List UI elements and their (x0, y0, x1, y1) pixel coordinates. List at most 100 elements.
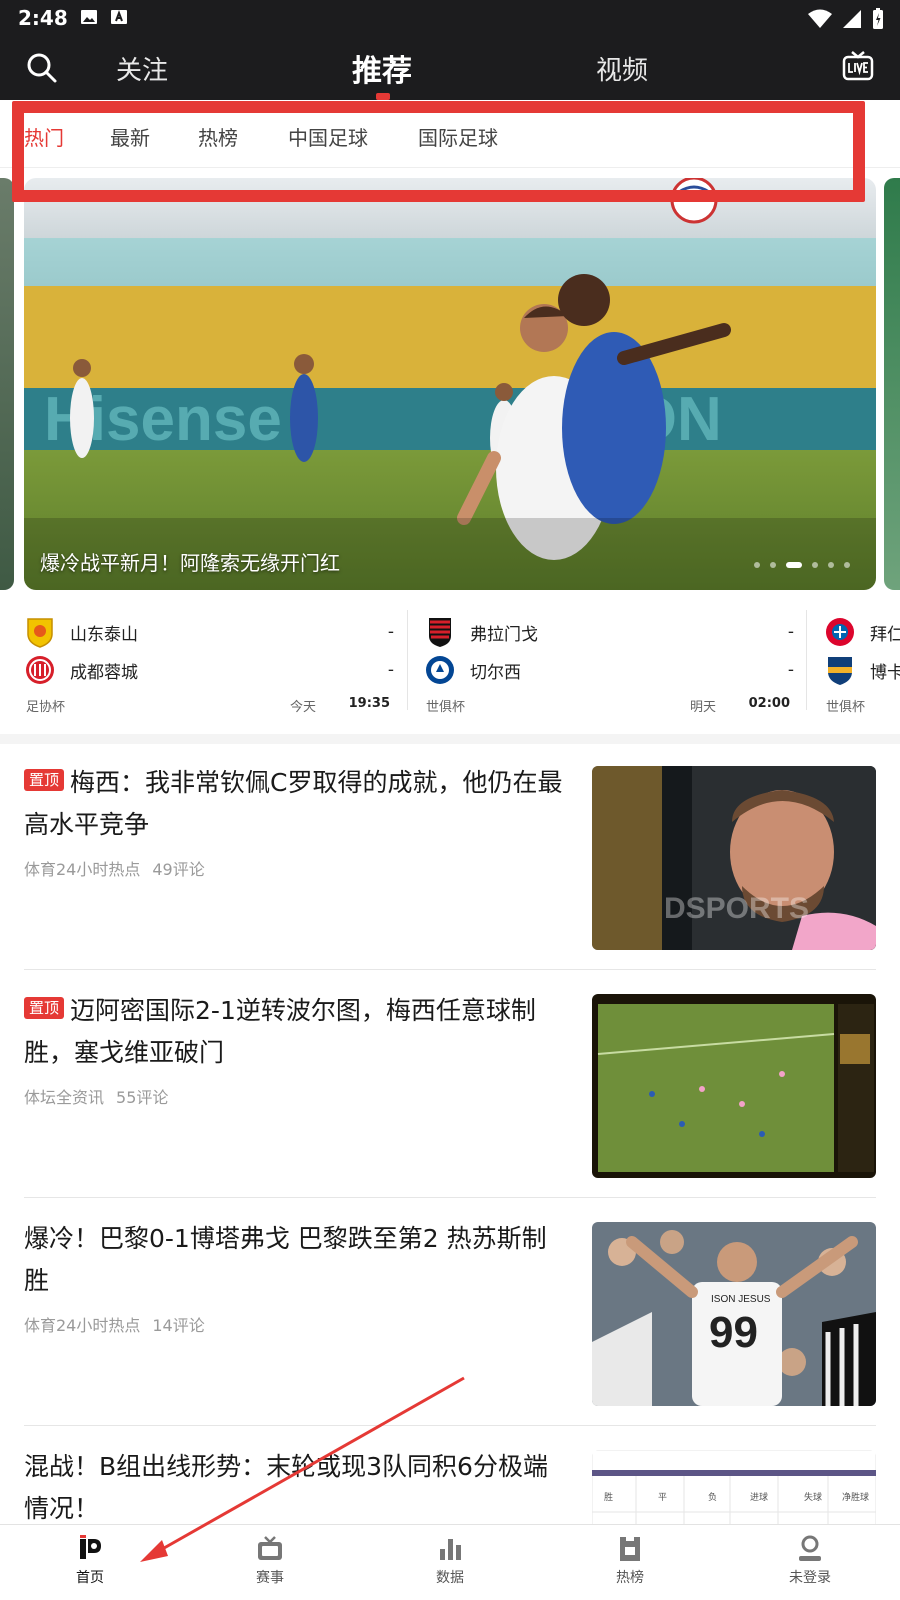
away-team-name: 博卡 (870, 662, 900, 683)
carousel-dot-active[interactable] (786, 562, 802, 568)
chevron-down-icon[interactable]: ⌄ (849, 120, 866, 144)
pinned-badge: 置顶 (24, 769, 65, 791)
subtab-latest[interactable]: 最新 (110, 122, 150, 151)
svg-text:胜: 胜 (604, 1492, 613, 1502)
bottom-nav: 首页 赛事 数据 热榜 未登录 (0, 1524, 900, 1600)
chengdu-rongcheng-crest-icon (26, 656, 54, 684)
match-strip: 山东泰山 - 成都蓉城 - 足协杯 今天 19:35 弗拉门戈 - 切尔西 - … (0, 600, 900, 726)
shandong-taishan-crest-icon (27, 618, 53, 648)
bottom-nav-label: 未登录 (789, 1570, 831, 1586)
carousel-slide[interactable]: Hisense CON 爆冷战平新月！阿隆索无缘开门红 (24, 178, 876, 590)
football-match-photo: Hisense CON (24, 178, 876, 590)
news-item[interactable]: 置顶 梅西：我非常钦佩C罗取得的成就，他仍在最高水平竞争 体育24小时热点 49评论… (24, 744, 876, 970)
tab-recommend[interactable]: 推荐 (352, 46, 412, 90)
search-icon[interactable] (24, 50, 60, 86)
bottom-nav-data[interactable]: 数据 (360, 1525, 540, 1600)
away-team-score: - (387, 660, 394, 680)
section-divider (0, 734, 900, 744)
carousel-dot[interactable] (828, 562, 834, 568)
signal-icon (843, 10, 861, 28)
subtab-intl-football[interactable]: 国际足球 (418, 122, 498, 151)
subtab-hot[interactable]: 热门 (24, 122, 64, 151)
bottom-nav-label: 首页 (76, 1570, 104, 1586)
news-source: 体育24小时热点 (24, 1316, 141, 1335)
home-team-name: 山东泰山 (70, 624, 138, 645)
competition-name: 足协杯 (26, 700, 66, 715)
home-team-score: - (387, 622, 394, 642)
svg-text:负: 负 (708, 1491, 717, 1502)
active-tab-indicator (376, 93, 390, 100)
tab-follow[interactable]: 关注 (116, 50, 168, 87)
chelsea-crest-icon (426, 656, 454, 684)
match-card[interactable]: 弗拉门戈 - 切尔西 - 世俱杯 明天 02:00 (400, 600, 794, 726)
match-broadcast-image (592, 994, 876, 1178)
bottom-nav-label: 热榜 (616, 1570, 644, 1586)
user-icon (799, 1535, 821, 1561)
top-nav: 关注 推荐 视频 (0, 36, 900, 100)
news-comments: 55评论 (116, 1088, 169, 1107)
carousel-dot[interactable] (812, 562, 818, 568)
player-celebration-image: ISON JESUS 99 (592, 1222, 876, 1406)
news-item[interactable]: 置顶 迈阿密国际2-1逆转波尔图，梅西任意球制胜，塞戈维亚破门 体坛全资讯 55评论 (24, 972, 876, 1198)
bottom-nav-home[interactable]: 首页 (0, 1525, 180, 1600)
boca-juniors-crest-icon (828, 657, 852, 685)
messi-interview-image: DSPORTS (592, 766, 876, 950)
news-title: 迈阿密国际2-1逆转波尔图，梅西任意球制胜，塞戈维亚破门 (24, 996, 536, 1067)
bottom-nav-label: 赛事 (256, 1570, 284, 1586)
news-comments: 14评论 (152, 1316, 205, 1335)
bar-chart-icon (440, 1539, 461, 1560)
svg-text:净胜球: 净胜球 (842, 1491, 869, 1502)
pinned-badge: 置顶 (24, 997, 65, 1019)
wifi-icon (808, 9, 832, 28)
bottom-nav-account[interactable]: 未登录 (720, 1525, 900, 1600)
match-card[interactable]: 山东泰山 - 成都蓉城 - 足协杯 今天 19:35 (0, 600, 394, 726)
image-notification-icon (81, 10, 97, 24)
news-title: 爆冷！巴黎0-1博塔弗戈 巴黎跌至第2 热苏斯制胜 (24, 1224, 547, 1295)
subtab-china-football[interactable]: 中国足球 (288, 122, 368, 151)
bottom-nav-ranking[interactable]: 热榜 (540, 1525, 720, 1600)
jersey-number: 99 (709, 1308, 758, 1357)
news-comments: 49评论 (152, 860, 205, 879)
battery-icon (873, 8, 883, 29)
competition-name: 世俱杯 (826, 700, 866, 715)
status-bar: 2:48 (0, 0, 900, 36)
news-title: 梅西：我非常钦佩C罗取得的成就，他仍在最高水平竞争 (24, 768, 563, 839)
news-thumbnail: DSPORTS (592, 766, 876, 950)
live-tv-icon[interactable] (842, 50, 874, 82)
news-item[interactable]: 爆冷！巴黎0-1博塔弗戈 巴黎跌至第2 热苏斯制胜 体育24小时热点 14评论 I… (24, 1200, 876, 1426)
jersey-name: ISON JESUS (711, 1294, 771, 1305)
carousel-dot[interactable] (770, 562, 776, 568)
match-card[interactable]: 拜仁 博卡 世俱杯 (800, 600, 900, 726)
news-thumbnail (592, 994, 876, 1178)
carousel-next-slide[interactable] (884, 178, 900, 590)
news-source: 体育24小时热点 (24, 860, 141, 879)
match-day: 今天 (289, 700, 316, 715)
carousel-dot[interactable] (844, 562, 850, 568)
tab-video[interactable]: 视频 (596, 50, 648, 87)
flamengo-crest-icon (429, 618, 451, 647)
sub-tab-bar: 热门 最新 热榜 中国足球 国际足球 ⌄ (0, 100, 900, 168)
home-team-name: 弗拉门戈 (470, 624, 538, 645)
carousel-prev-slide[interactable] (0, 178, 14, 590)
subtab-ranking[interactable]: 热榜 (198, 122, 238, 151)
away-team-score: - (787, 660, 794, 680)
carousel-pagination (754, 562, 850, 568)
trophy-icon (620, 1537, 640, 1561)
banner-carousel[interactable]: Hisense CON 爆冷战平新月！阿隆索无缘开门红 (0, 178, 900, 590)
tv-icon (258, 1536, 282, 1560)
svg-text:进球: 进球 (750, 1491, 768, 1502)
font-notification-icon (111, 10, 127, 24)
dsports-watermark: DSPORTS (664, 892, 809, 925)
home-logo-icon (80, 1535, 101, 1559)
match-time: 02:00 (748, 696, 790, 711)
status-time: 2:48 (18, 6, 68, 30)
home-team-name: 拜仁 (870, 624, 900, 645)
svg-text:平: 平 (658, 1492, 667, 1502)
news-thumbnail: ISON JESUS 99 (592, 1222, 876, 1406)
away-team-name: 切尔西 (470, 662, 521, 683)
match-day: 明天 (689, 700, 716, 715)
carousel-dot[interactable] (754, 562, 760, 568)
bayern-crest-icon (826, 618, 854, 646)
bottom-nav-events[interactable]: 赛事 (180, 1525, 360, 1600)
away-team-name: 成都蓉城 (70, 662, 138, 683)
